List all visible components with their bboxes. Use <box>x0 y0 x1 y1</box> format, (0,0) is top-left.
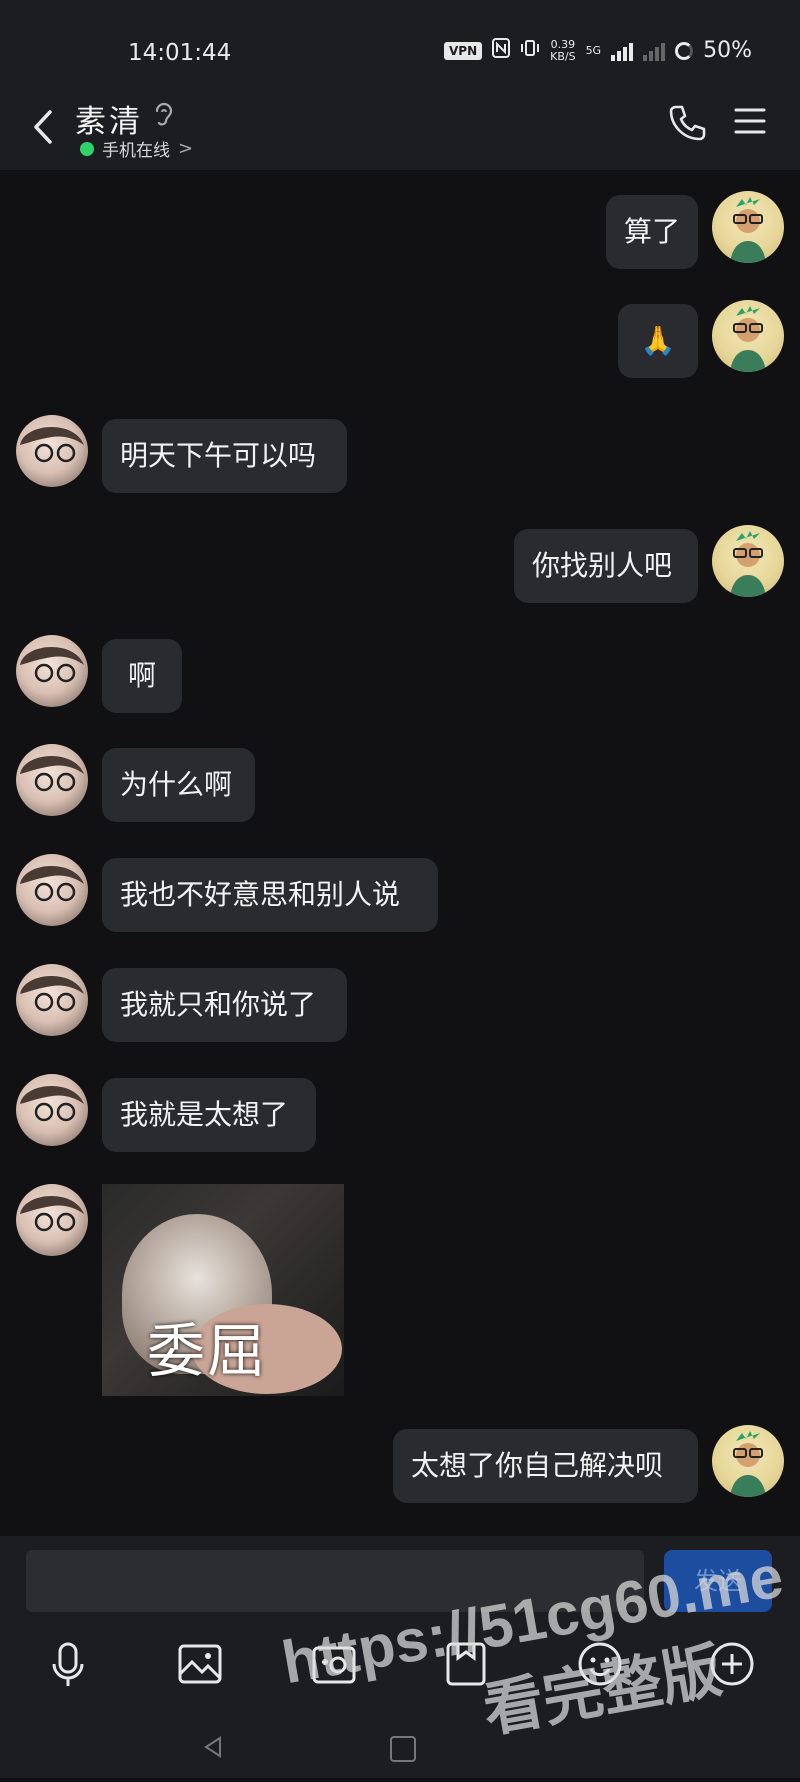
chevron-right-icon: > <box>178 138 194 159</box>
image-icon[interactable] <box>174 1638 226 1690</box>
online-status[interactable]: 手机在线 > <box>80 136 193 161</box>
online-status-label: 手机在线 <box>102 141 170 161</box>
phone-call-button[interactable] <box>666 102 708 148</box>
message-bubble[interactable]: 我也不好意思和别人说 <box>102 858 438 932</box>
sticker-cat-image[interactable]: 委屈 <box>102 1184 344 1396</box>
vpn-badge: VPN <box>443 41 483 60</box>
sticker-caption: 委屈 <box>147 1317 268 1385</box>
chat-header: 素清 手机在线 > <box>0 90 800 170</box>
my-avatar[interactable] <box>712 300 784 372</box>
message-bubble[interactable]: 你找别人吧 <box>514 529 698 603</box>
nfc-icon <box>492 38 511 63</box>
contact-avatar[interactable] <box>16 635 88 707</box>
ear-icon <box>153 100 175 134</box>
network-type: 5G <box>585 43 602 57</box>
contact-avatar[interactable] <box>16 964 88 1036</box>
status-icons: VPN 0.39 KB/S 5G 50% <box>443 38 752 63</box>
contact-name[interactable]: 素清 <box>75 96 143 141</box>
vibrate-icon <box>520 38 540 63</box>
status-time: 14:01:44 <box>128 40 232 66</box>
message-bubble[interactable]: 明天下午可以吗 <box>102 419 347 493</box>
mic-icon[interactable] <box>42 1638 94 1690</box>
nav-back-button[interactable] <box>200 1734 226 1764</box>
contact-avatar[interactable] <box>16 854 88 926</box>
signal-secondary-icon <box>643 41 666 61</box>
contact-avatar[interactable] <box>16 744 88 816</box>
my-avatar[interactable] <box>712 525 784 597</box>
message-bubble[interactable]: 我就只和你说了 <box>102 968 347 1042</box>
message-bubble[interactable]: 啊 <box>102 639 182 713</box>
contact-avatar[interactable] <box>16 1184 88 1256</box>
contact-avatar[interactable] <box>16 1074 88 1146</box>
battery-icon <box>675 41 694 60</box>
message-bubble-emoji[interactable]: 🙏 <box>618 304 698 378</box>
speed-unit: KB/S <box>550 49 576 63</box>
my-avatar[interactable] <box>712 1425 784 1497</box>
message-bubble[interactable]: 我就是太想了 <box>102 1078 316 1152</box>
my-avatar[interactable] <box>712 191 784 263</box>
back-button[interactable] <box>24 102 64 152</box>
message-bubble[interactable]: 为什么啊 <box>102 748 255 822</box>
chat-message-list[interactable]: 算了 🙏 明天下午可以吗 你找别人吧 啊 为什么啊 我也不好意思和别人说 我就只… <box>0 170 800 1536</box>
message-bubble[interactable]: 算了 <box>606 195 698 269</box>
online-dot-icon <box>80 141 94 156</box>
message-bubble[interactable]: 太想了你自己解决呗 <box>393 1429 698 1503</box>
signal-icon <box>611 41 634 61</box>
network-speed: 0.39 KB/S <box>550 38 576 63</box>
contact-avatar[interactable] <box>16 415 88 487</box>
menu-button[interactable] <box>734 106 766 140</box>
battery-level: 50% <box>703 38 752 63</box>
status-bar: 14:01:44 VPN 0.39 KB/S 5G 50% <box>0 0 800 100</box>
